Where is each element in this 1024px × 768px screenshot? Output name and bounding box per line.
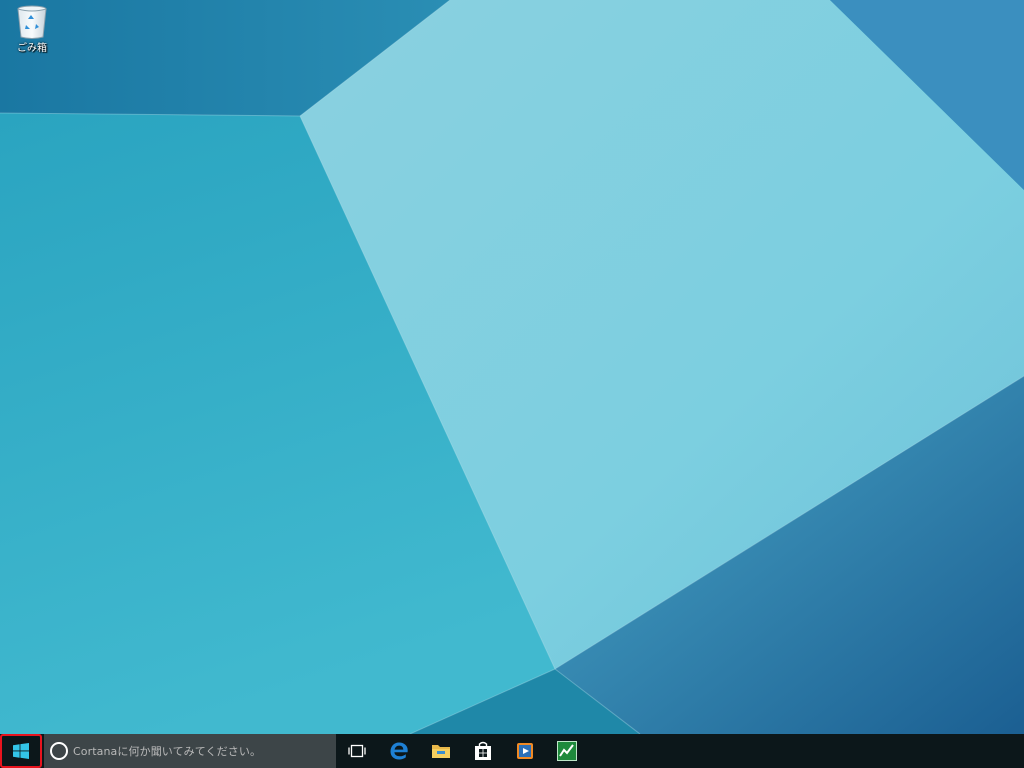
- task-view-button[interactable]: [336, 734, 378, 768]
- task-view-icon: [348, 744, 366, 758]
- desktop-icon-recycle-bin[interactable]: ごみ箱: [10, 4, 54, 55]
- search-placeholder: Cortanaに何か聞いてみてください。: [73, 745, 262, 758]
- cortana-circle-icon: [50, 742, 68, 760]
- pinned-apps: [378, 734, 588, 768]
- windows-logo-icon: [13, 743, 29, 759]
- media-player-icon: [517, 743, 533, 759]
- folder-icon: [432, 745, 450, 758]
- taskbar-store-button[interactable]: [462, 734, 504, 768]
- cortana-search-box[interactable]: Cortanaに何か聞いてみてください。: [44, 734, 336, 768]
- taskbar-file-explorer-button[interactable]: [420, 734, 462, 768]
- start-button[interactable]: [0, 734, 42, 768]
- taskbar: Cortanaに何か聞いてみてください。: [0, 734, 1024, 768]
- taskbar-edge-button[interactable]: [378, 734, 420, 768]
- taskbar-graph-app-button[interactable]: [546, 734, 588, 768]
- edge-icon: [390, 742, 408, 760]
- desktop-icon-label: ごみ箱: [17, 43, 47, 54]
- taskbar-media-player-button[interactable]: [504, 734, 546, 768]
- recycle-bin-icon: [17, 5, 47, 39]
- store-bag-icon: [475, 741, 491, 760]
- graph-app-icon: [557, 741, 577, 761]
- desktop-wallpaper: [0, 0, 1024, 734]
